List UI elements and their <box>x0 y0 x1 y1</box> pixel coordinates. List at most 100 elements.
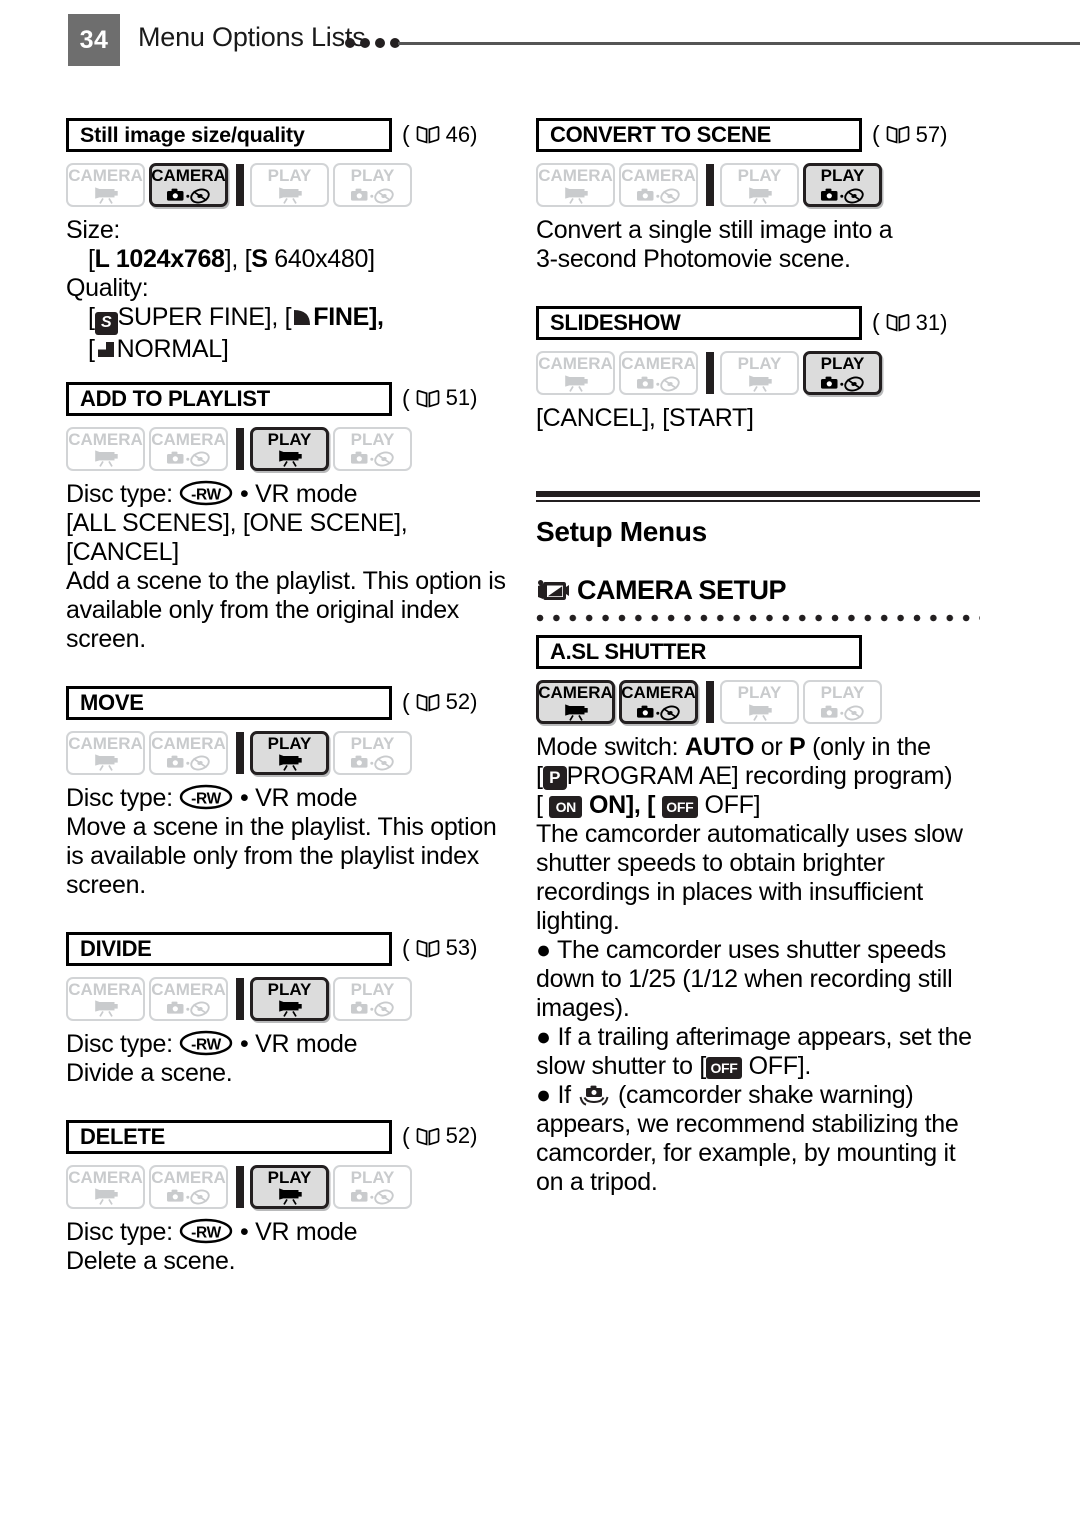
camcorder-icon <box>278 186 302 204</box>
menu-entry-header: Still image size/quality ( 46) <box>66 118 516 152</box>
header-rule <box>398 42 1080 45</box>
book-reference-icon <box>416 1127 440 1146</box>
left-column: Still image size/quality ( 46) CAMERA CAM… <box>66 118 516 1308</box>
body-paragraph: Add a scene to the playlist. This option… <box>66 566 506 653</box>
body-paragraph: The camcorder automatically uses slow sh… <box>536 820 963 935</box>
body-line: Divide a scene. <box>66 1058 233 1087</box>
menu-entry-body: Disc type: -RW • VR mode [ALL SCENES], [O… <box>66 480 516 654</box>
mode-badge-icon <box>275 186 305 204</box>
mode-badge-label: CAMERA <box>151 1167 226 1187</box>
camera-disc-icon <box>636 188 680 203</box>
menu-entry-header: DELETE ( 52) <box>66 1119 516 1154</box>
mode-badge-label: PLAY <box>267 166 312 185</box>
mode-badge-camera-photo-active: CAMERA <box>149 163 228 207</box>
mode-badge-icon <box>166 450 212 468</box>
mode-badge-label: PLAY <box>267 733 312 753</box>
mode-group-divider <box>236 164 244 206</box>
mode-badge-play-movie: PLAY <box>720 351 799 395</box>
submenu-dotted-rule <box>536 614 980 623</box>
mode-badge-label: CAMERA <box>621 683 696 702</box>
mode-badge-label: PLAY <box>737 166 782 185</box>
menu-entry-still-image-size-quality: Still image size/quality ( 46) CAMERA CAM… <box>66 118 516 364</box>
quality-superfine-icon: S <box>94 311 118 335</box>
camera-disc-icon <box>636 376 680 391</box>
menu-entry-name-box: Still image size/quality <box>66 118 392 152</box>
menu-entry-add-to-playlist: ADD TO PLAYLIST ( 51) CAMERA CAMERA PLAY <box>66 381 516 654</box>
mode-badge-icon <box>350 1188 396 1206</box>
mode-badge-icon <box>91 1188 121 1206</box>
page-reference-number: 57) <box>915 121 948 147</box>
mode-badge-icon <box>91 186 121 204</box>
menu-entry-name: SLIDESHOW <box>550 310 681 335</box>
mode-badge-camera-movie-active: CAMERA <box>536 680 615 724</box>
book-reference-icon <box>416 126 440 144</box>
mode-badge-camera-movie: CAMERA <box>66 426 145 471</box>
disc-type-line: Disc type: -RW • VR mode <box>66 479 358 508</box>
camcorder-icon <box>748 374 772 392</box>
menu-entry-body: Convert a single still image into a 3-sec… <box>536 216 986 274</box>
quality-values-line-1: [S SUPER FINE], [ FINE], <box>66 303 516 335</box>
mode-badge-label: CAMERA <box>621 354 696 373</box>
disc-type-line: Disc type: -RW • VR mode <box>66 1217 358 1246</box>
menu-entry-name: ADD TO PLAYLIST <box>80 385 270 411</box>
page-reference: ( 46) <box>402 121 478 147</box>
menu-entry-name: A.SL SHUTTER <box>550 639 707 664</box>
menu-entry-name: Still image size/quality <box>80 122 305 147</box>
mode-badge-icon <box>350 450 396 468</box>
mode-badge-icon <box>820 186 866 204</box>
mode-badge-play-photo-active: PLAY <box>803 163 882 207</box>
mode-badge-label: PLAY <box>350 166 395 185</box>
mode-badge-strip: CAMERA CAMERA PLAY PLAY <box>66 730 516 775</box>
mode-badge-label: PLAY <box>350 429 395 449</box>
mode-badge-play-movie-active: PLAY <box>250 426 329 471</box>
page-reference: ( 52) <box>402 1122 478 1149</box>
mode-badge-play-movie-active: PLAY <box>250 976 329 1021</box>
mode-switch-line: Mode switch: AUTO or P (only in the <box>536 733 931 761</box>
mode-badge-camera-photo: CAMERA <box>149 730 228 775</box>
camcorder-shake-icon <box>579 1085 609 1106</box>
mode-badge-icon <box>91 450 121 468</box>
page-reference-number: 31) <box>915 309 948 335</box>
camcorder-icon <box>748 703 772 721</box>
camera-disc-icon <box>350 755 394 771</box>
menu-entry-name-box: ADD TO PLAYLIST <box>66 381 392 416</box>
menu-entry-name: DIVIDE <box>80 935 152 961</box>
mode-group-divider <box>706 164 714 206</box>
camera-disc-icon <box>820 705 864 720</box>
body-line: 3-second Photomovie scene. <box>536 245 851 273</box>
menu-entry-body: Size: [L 1024x768], [S 640x480] Quality:[S… <box>66 216 516 364</box>
bullet-paragraph-off: ● If a trailing afterimage appears, set … <box>536 1023 972 1080</box>
svg-text:-RW: -RW <box>192 1224 222 1241</box>
mode-badge-label: CAMERA <box>621 166 696 185</box>
menu-entry-name: CONVERT TO SCENE <box>550 122 771 147</box>
mode-badge-icon <box>745 186 775 204</box>
mode-group-divider <box>236 977 244 1020</box>
section-rule-thin <box>536 500 980 502</box>
body-line: Quality: <box>66 274 149 302</box>
mode-badge-label: CAMERA <box>151 429 226 449</box>
mode-badge-icon <box>91 1000 121 1018</box>
menu-entry-body: Mode switch: AUTO or P (only in the[P PRO… <box>536 733 986 1197</box>
mode-badge-play-movie: PLAY <box>250 163 329 207</box>
page-title: Menu Options Lists <box>138 22 366 52</box>
camcorder-icon <box>564 374 588 392</box>
body-line: [CANCEL], [START] <box>536 404 754 432</box>
svg-text:-RW: -RW <box>192 1036 222 1053</box>
disc-rw-icon: -RW <box>180 480 233 505</box>
mode-badge-play-photo: PLAY <box>803 680 882 724</box>
mode-badge-camera-movie: CAMERA <box>66 1164 145 1209</box>
menu-entry-divide: DIVIDE( 53) CAMERA CAMERA PLAY PLAY Disc… <box>66 931 516 1088</box>
right-column: CONVERT TO SCENE ( 57) CAMERA CAMERA PLAY <box>536 118 986 1203</box>
mode-badge-label: PLAY <box>350 1167 395 1187</box>
mode-badge-label: PLAY <box>737 354 782 373</box>
off-chip: OFF <box>661 796 698 818</box>
mode-badge-label: CAMERA <box>538 166 613 185</box>
camera-disc-icon <box>350 1189 394 1205</box>
bullet-paragraph-shake: ● If (camcorder shake warning) appears, … <box>536 1081 959 1196</box>
camcorder-icon <box>278 1000 302 1017</box>
mode-badge-label: CAMERA <box>538 354 613 373</box>
body-line: [ALL SCENES], [ONE SCENE], <box>66 508 408 537</box>
mode-badge-label: PLAY <box>820 354 865 373</box>
menu-entry-header: MOVE ( 52) <box>66 685 516 720</box>
camcorder-setup-icon <box>538 579 569 600</box>
